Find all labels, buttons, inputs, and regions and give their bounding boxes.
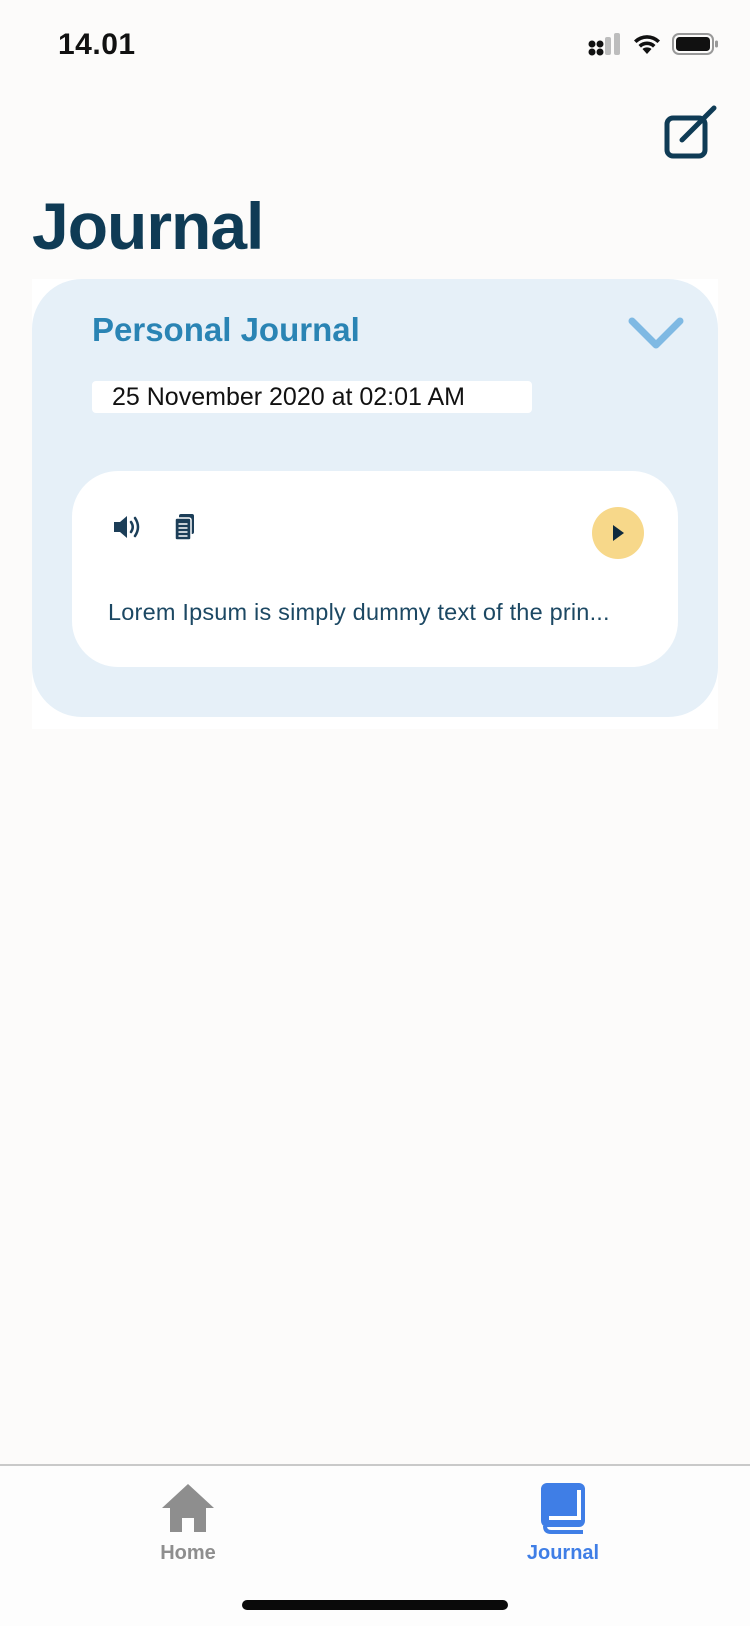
document-icon[interactable]: [174, 513, 196, 541]
journal-card-container: Personal Journal 25 November 2020 at 02:…: [32, 279, 718, 729]
collapse-button[interactable]: [626, 313, 686, 353]
entry-date: 25 November 2020 at 02:01 AM: [112, 383, 466, 411]
signal-icon: [588, 33, 620, 56]
home-indicator: [242, 1600, 508, 1610]
wifi-icon: [634, 35, 660, 54]
entry-preview-text: Lorem Ipsum is simply dummy text of the …: [108, 599, 610, 625]
date-badge: 25 November 2020 at 02:01 AM: [92, 381, 532, 413]
battery-icon: [672, 33, 718, 55]
home-icon: [162, 1484, 214, 1532]
compose-button[interactable]: [662, 104, 722, 164]
page-title: Journal: [32, 189, 264, 263]
status-icons: [588, 32, 720, 56]
compose-icon: [664, 105, 717, 159]
chevron-down-icon: [628, 317, 684, 349]
play-button[interactable]: [592, 507, 644, 559]
tab-journal-label: Journal: [526, 1542, 600, 1564]
entry-card[interactable]: Lorem Ipsum is simply dummy text of the …: [72, 471, 678, 667]
status-time: 14.01: [58, 28, 136, 61]
tab-home-label: Home: [160, 1542, 216, 1564]
status-bar: 14.01: [0, 0, 750, 92]
play-icon: [613, 525, 624, 541]
journal-card[interactable]: Personal Journal 25 November 2020 at 02:…: [32, 279, 718, 717]
tab-journal[interactable]: Journal: [483, 1476, 643, 1572]
tab-home[interactable]: Home: [108, 1476, 268, 1572]
journal-card-title: Personal Journal: [92, 311, 360, 348]
speaker-icon[interactable]: [112, 513, 142, 541]
book-icon: [541, 1483, 585, 1534]
